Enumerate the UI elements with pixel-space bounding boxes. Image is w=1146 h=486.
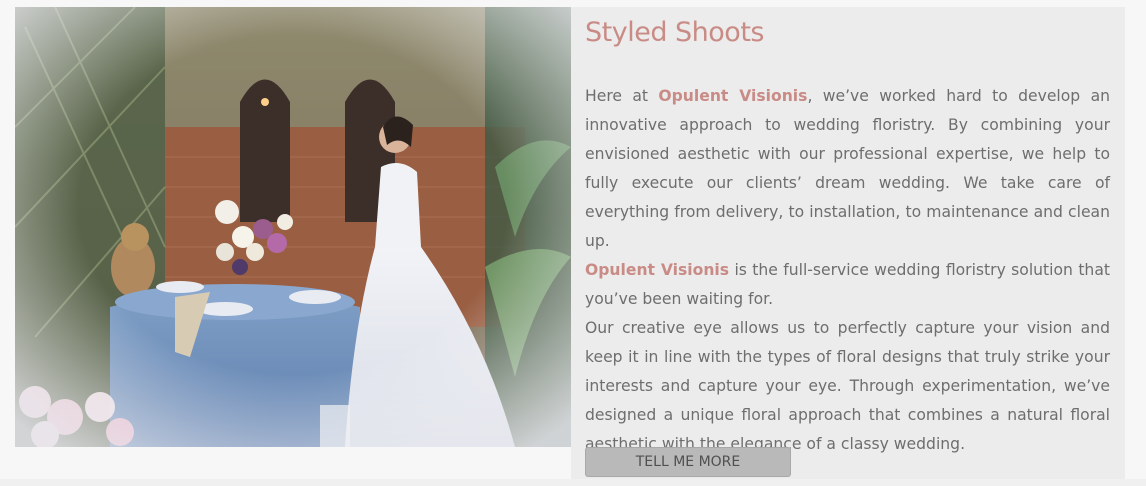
content-panel: Styled Shoots Here at Opulent Visionis, … (571, 7, 1125, 479)
styled-shoots-section: Styled Shoots Here at Opulent Visionis, … (0, 0, 1146, 486)
paragraph-solution: Opulent Visionis is the full-service wed… (585, 256, 1110, 314)
wedding-photo (15, 7, 571, 447)
paragraph-creative: Our creative eye allows us to perfectly … (585, 319, 1110, 453)
paragraph-intro: Here at Opulent Visionis, we’ve worked h… (585, 82, 1110, 256)
intro-rest-text: , we’ve worked hard to develop an innova… (585, 87, 1111, 250)
brand-name: Opulent Visionis (658, 87, 808, 105)
brand-name: Opulent Visionis (585, 261, 730, 279)
bottom-divider (0, 479, 1146, 486)
section-title: Styled Shoots (585, 17, 764, 48)
section-description: Here at Opulent Visionis, we’ve worked h… (585, 82, 1110, 459)
tell-me-more-button[interactable]: TELL ME MORE (585, 447, 791, 477)
intro-lead-text: Here at (585, 87, 649, 105)
